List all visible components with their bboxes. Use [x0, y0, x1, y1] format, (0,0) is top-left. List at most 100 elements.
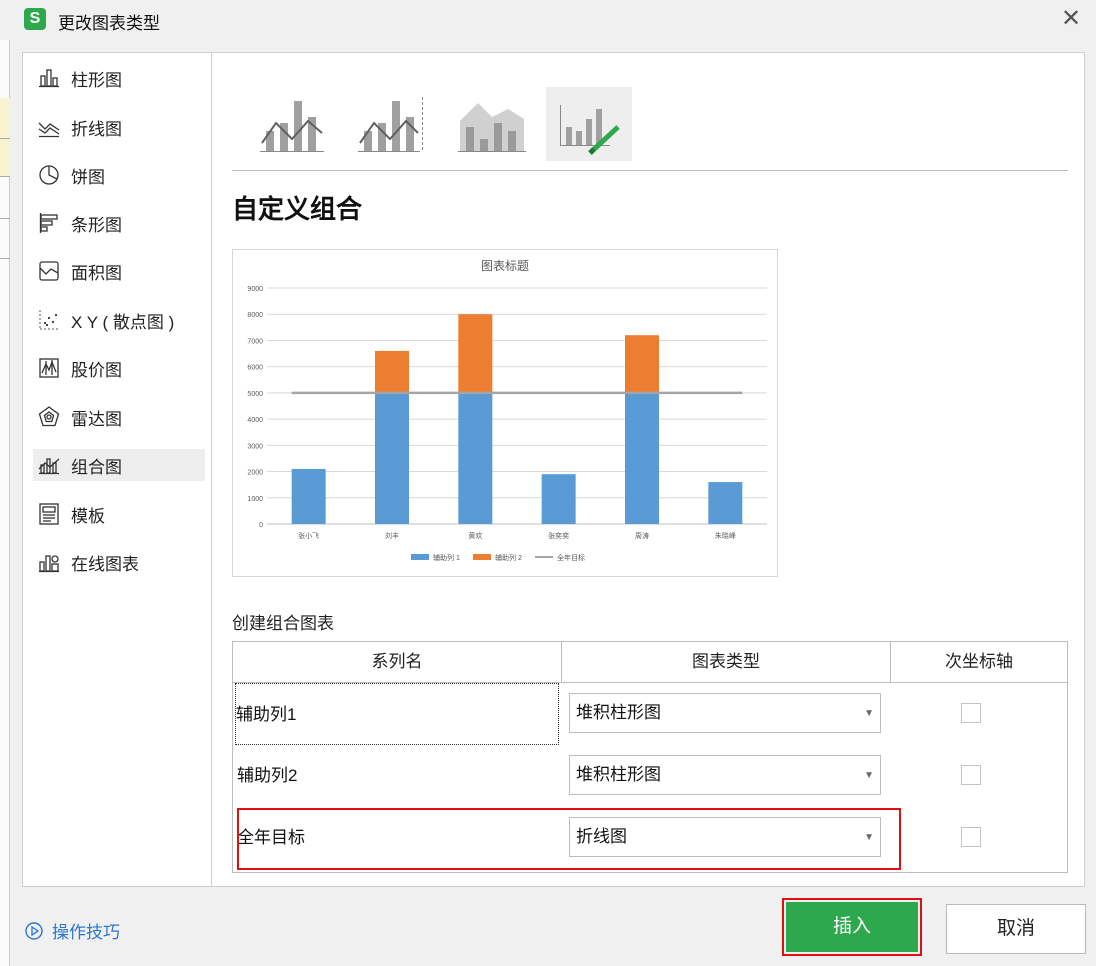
background-gridline [0, 218, 10, 219]
bar-segment [375, 350, 409, 393]
column-header-chart-type: 图表类型 [692, 652, 760, 671]
title-bar: S 更改图表类型 ✕ [0, 0, 1096, 40]
combo-column-line-secondary-axis-icon[interactable] [352, 87, 438, 161]
secondary-axis-checkbox[interactable] [961, 703, 981, 723]
background-gridline [0, 176, 10, 177]
chart-preview-svg: 图表标题 0 1000 2000 3000 4000 5000 6000 7000 8000 900… [247, 259, 767, 562]
background-gridline [0, 258, 10, 259]
legend-swatch [473, 554, 491, 560]
legend-label: 全年目标 [557, 553, 585, 562]
chart-type-select[interactable]: 折线图 ▼ [569, 817, 881, 857]
chart-type-select[interactable]: 堆积柱形图 ▼ [569, 693, 881, 733]
x-tick-label: 周涛 [635, 531, 649, 540]
combo-column-line-icon[interactable] [252, 87, 338, 161]
y-tick-label: 3000 [247, 443, 263, 450]
sidebar-item-label: 折线图 [71, 119, 122, 139]
table-row: 全年目标 折线图 ▼ [233, 807, 1067, 869]
sidebar-item-combo[interactable]: 组合图 [33, 449, 205, 481]
chart-type-value: 堆积柱形图 [576, 765, 661, 784]
sidebar-item-template[interactable]: 模板 [33, 498, 205, 530]
table-row: 辅助列2 堆积柱形图 ▼ [233, 745, 1067, 807]
series-name-cell[interactable]: 辅助列1 [235, 683, 559, 745]
bar-segment [541, 474, 576, 524]
chart-type-sidebar: 柱形图 折线图 饼图 条形图 面积图 X Y ( 散点图 ) 股价图 雷达图 组… [22, 52, 212, 887]
sidebar-item-column[interactable]: 柱形图 [33, 62, 205, 94]
y-tick-label: 8000 [247, 312, 263, 319]
series-name-cell[interactable]: 全年目标 [237, 807, 557, 869]
secondary-axis-checkbox[interactable] [961, 765, 981, 785]
dialog-title: 更改图表类型 [58, 14, 160, 33]
tips-link[interactable]: 操作技巧 [24, 918, 120, 943]
sidebar-item-area[interactable]: 面积图 [33, 255, 205, 287]
y-tick-label: 2000 [247, 470, 263, 477]
sidebar-item-stock[interactable]: 股价图 [33, 352, 205, 384]
sidebar-item-label: 股价图 [71, 360, 122, 380]
chart-preview: 图表标题 0 1000 2000 3000 4000 5000 6000 7000 8000 900… [232, 249, 778, 577]
sidebar-item-label: 条形图 [71, 215, 122, 235]
area-chart-icon [37, 259, 61, 283]
radar-chart-icon [37, 405, 61, 429]
y-tick-label: 9000 [247, 286, 263, 293]
chevron-down-icon: ▼ [864, 832, 874, 843]
series-name-cell[interactable]: 辅助列2 [237, 745, 557, 807]
insert-button[interactable]: 插入 [786, 902, 918, 952]
play-circle-icon [24, 921, 44, 941]
line-chart-icon [37, 115, 61, 139]
sidebar-item-line[interactable]: 折线图 [33, 111, 205, 143]
sidebar-item-label: 组合图 [71, 457, 122, 477]
background-gridline [0, 138, 10, 139]
tips-label: 操作技巧 [52, 923, 120, 942]
chevron-down-icon: ▼ [864, 770, 874, 781]
close-icon[interactable]: ✕ [1056, 4, 1086, 34]
series-table: 系列名 图表类型 次坐标轴 辅助列1 堆积柱形图 ▼ 辅助列2 堆积柱形图 ▼ … [232, 641, 1068, 873]
stock-chart-icon [37, 356, 61, 380]
column-header-secondary-axis: 次坐标轴 [945, 652, 1013, 671]
sidebar-item-label: 在线图表 [71, 554, 139, 574]
bar-segment [625, 335, 659, 393]
x-tick-label: 刘丰 [385, 531, 399, 540]
pie-chart-icon [37, 163, 61, 187]
wps-spreadsheet-icon: S [24, 8, 46, 30]
secondary-axis-checkbox[interactable] [961, 827, 981, 847]
cancel-button[interactable]: 取消 [946, 904, 1086, 954]
y-tick-label: 5000 [247, 391, 263, 398]
divider [232, 170, 1068, 171]
sidebar-item-label: 柱形图 [71, 70, 122, 90]
column-header-series-name: 系列名 [371, 652, 423, 671]
sidebar-item-label: X Y ( 散点图 ) [71, 312, 175, 332]
chart-title: 图表标题 [481, 259, 529, 273]
chart-type-select[interactable]: 堆积柱形图 ▼ [569, 755, 881, 795]
bar-segment [458, 314, 493, 393]
sidebar-item-online-chart[interactable]: 在线图表 [33, 546, 205, 578]
bar-segment [458, 392, 493, 524]
sidebar-item-label: 雷达图 [71, 409, 122, 429]
background-spreadsheet-strip [0, 40, 10, 966]
x-tick-label: 张奕奕 [548, 531, 569, 540]
sidebar-item-label: 模板 [71, 506, 105, 526]
chevron-down-icon: ▼ [864, 708, 874, 719]
column-chart-icon [37, 66, 61, 90]
legend-label: 辅助列 1 [433, 553, 460, 562]
custom-combo-icon[interactable] [546, 87, 632, 161]
x-tick-label: 朱晓峰 [715, 531, 736, 540]
sidebar-item-scatter[interactable]: X Y ( 散点图 ) [33, 304, 205, 336]
y-tick-label: 7000 [247, 338, 263, 345]
online-chart-icon [37, 550, 61, 574]
sidebar-item-radar[interactable]: 雷达图 [33, 401, 205, 433]
sidebar-item-pie[interactable]: 饼图 [33, 159, 205, 191]
bar-segment [291, 468, 326, 524]
x-tick-label: 张小飞 [298, 531, 319, 540]
table-row: 辅助列1 堆积柱形图 ▼ [233, 683, 1067, 745]
template-icon [37, 502, 61, 526]
y-tick-label: 1000 [247, 496, 263, 503]
chart-type-value: 折线图 [576, 827, 627, 846]
combo-chart-icon [37, 453, 61, 477]
scatter-chart-icon [37, 308, 61, 332]
legend-label: 辅助列 2 [495, 553, 522, 562]
sidebar-item-label: 面积图 [71, 263, 122, 283]
y-tick-label: 4000 [247, 417, 263, 424]
combo-area-column-icon[interactable] [452, 87, 538, 161]
sidebar-item-bar[interactable]: 条形图 [33, 207, 205, 239]
create-combo-label: 创建组合图表 [232, 614, 334, 633]
bar-segment [708, 482, 743, 524]
